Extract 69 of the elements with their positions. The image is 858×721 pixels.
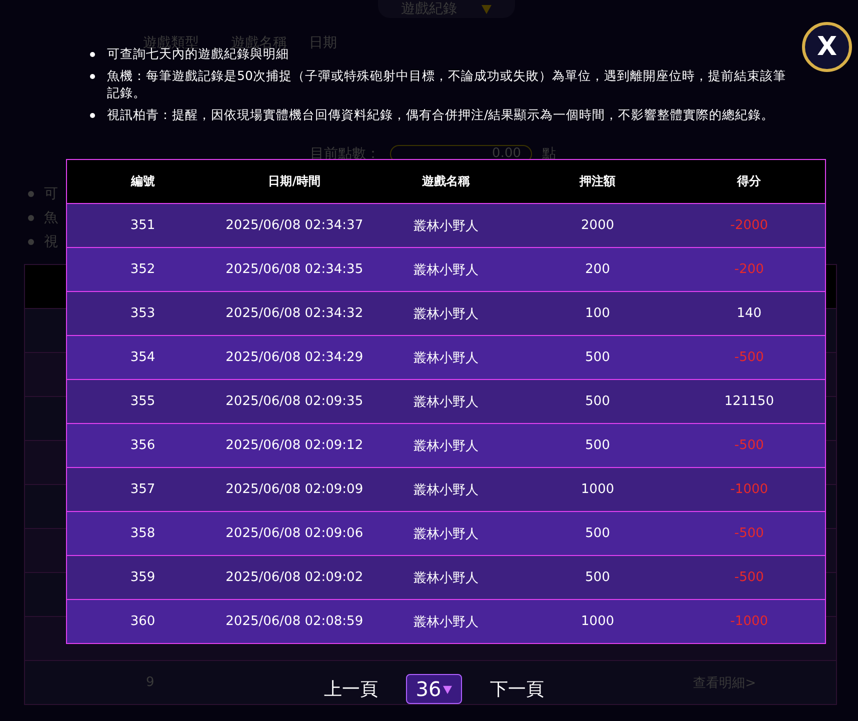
bullet-icon: [28, 215, 34, 221]
table-cell-text: 357: [129, 482, 156, 497]
table-cell-text: 100: [584, 306, 611, 321]
table-cell-text: 200: [584, 262, 611, 277]
table-cell-text: 2025/06/08 02:09:02: [224, 570, 364, 585]
table-cell-text: 叢林小野人: [412, 262, 480, 278]
score-cell-text: -2000: [729, 218, 770, 233]
score-cell-text: -200: [733, 262, 765, 277]
table-cell-text: 358: [129, 526, 156, 541]
table-cell-text: 叢林小野人: [412, 394, 480, 410]
table-cell-text: 2025/06/08 02:34:29: [224, 350, 364, 365]
column-header: 押注額: [578, 173, 617, 190]
table-cell-text: 2025/06/08 02:34:32: [224, 306, 364, 321]
column-header: 遊戲名稱: [420, 173, 471, 190]
note-text: 視訊柏青：提醒，因依現場實體機台回傳資料紀錄，偶有合併押注/結果顯示為一個時間，不影響整體實際的總紀錄。: [107, 106, 774, 123]
table-cell-text: 叢林小野人: [412, 526, 480, 542]
table-cell-text: 1000: [580, 482, 616, 497]
table-cell-text: 叢林小野人: [412, 218, 480, 234]
table-cell-text: 叢林小野人: [412, 438, 480, 454]
note-text: 魚機：每筆遊戲記錄是50次捕捉（子彈或特殊砲射中目標，不論成功或失敗）為單位，遇到離開座位時，提前結束該筆記錄。: [107, 67, 787, 101]
table-cell-text: 500: [584, 570, 611, 585]
close-button[interactable]: X: [802, 22, 852, 72]
table-cell-text: 353: [129, 306, 156, 321]
bullet-icon: [90, 52, 95, 57]
column-header: 編號: [130, 173, 156, 190]
score-cell-text: 140: [736, 306, 763, 321]
table-cell-text: 500: [584, 526, 611, 541]
table-cell-text: 500: [584, 350, 611, 365]
bullet-icon: [28, 191, 34, 197]
table-cell-text: 2025/06/08 02:08:59: [224, 614, 364, 629]
table-cell-text: 500: [584, 394, 611, 409]
table-cell-text: 2025/06/08 02:34:35: [224, 262, 364, 277]
table-cell-text: 2025/06/08 02:09:06: [224, 526, 364, 541]
bullet-icon: [90, 113, 95, 118]
score-cell-text: -500: [733, 570, 765, 585]
table-cell-text: 359: [129, 570, 156, 585]
table-cell-text: 355: [129, 394, 156, 409]
score-cell-text: 121150: [723, 394, 775, 409]
table-cell-text: 叢林小野人: [412, 350, 480, 366]
table-cell-text: 叢林小野人: [412, 570, 480, 586]
caret-icon: [481, 4, 492, 14]
table-cell-text: 354: [129, 350, 156, 365]
column-header: 得分: [736, 173, 762, 190]
caret-icon: [443, 684, 452, 694]
score-cell-text: -500: [733, 438, 765, 453]
table-cell-text: 1000: [580, 614, 616, 629]
bullet-icon: [28, 239, 34, 245]
table-cell-text: 2025/06/08 02:09:35: [224, 394, 364, 409]
table-cell-text: 356: [129, 438, 156, 453]
table-cell-text: 360: [129, 614, 156, 629]
next-page-link[interactable]: 下一頁: [486, 677, 548, 701]
table-cell-text: 叢林小野人: [412, 482, 480, 498]
column-header: 日期/時間: [267, 173, 322, 190]
previous-page-link[interactable]: 上一頁: [320, 677, 382, 701]
table-cell-text: 2025/06/08 02:09:12: [224, 438, 364, 453]
table-cell-text: 500: [584, 438, 611, 453]
table-cell-text: 351: [129, 218, 156, 233]
score-cell-text: -500: [733, 526, 765, 541]
table-cell-text: 叢林小野人: [412, 306, 480, 322]
bullet-icon: [90, 74, 95, 79]
table-cell-text: 352: [129, 262, 156, 277]
score-cell-text: -500: [733, 350, 765, 365]
table-cell-text: 2025/06/08 02:09:09: [224, 482, 364, 497]
score-cell-text: -1000: [729, 482, 770, 497]
table-cell-text: 2000: [580, 218, 616, 233]
table-cell-text: 叢林小野人: [412, 614, 480, 630]
table-cell-text: 2025/06/08 02:34:37: [224, 218, 364, 233]
score-cell-text: -1000: [729, 614, 770, 629]
page-select[interactable]: 36: [406, 674, 462, 704]
